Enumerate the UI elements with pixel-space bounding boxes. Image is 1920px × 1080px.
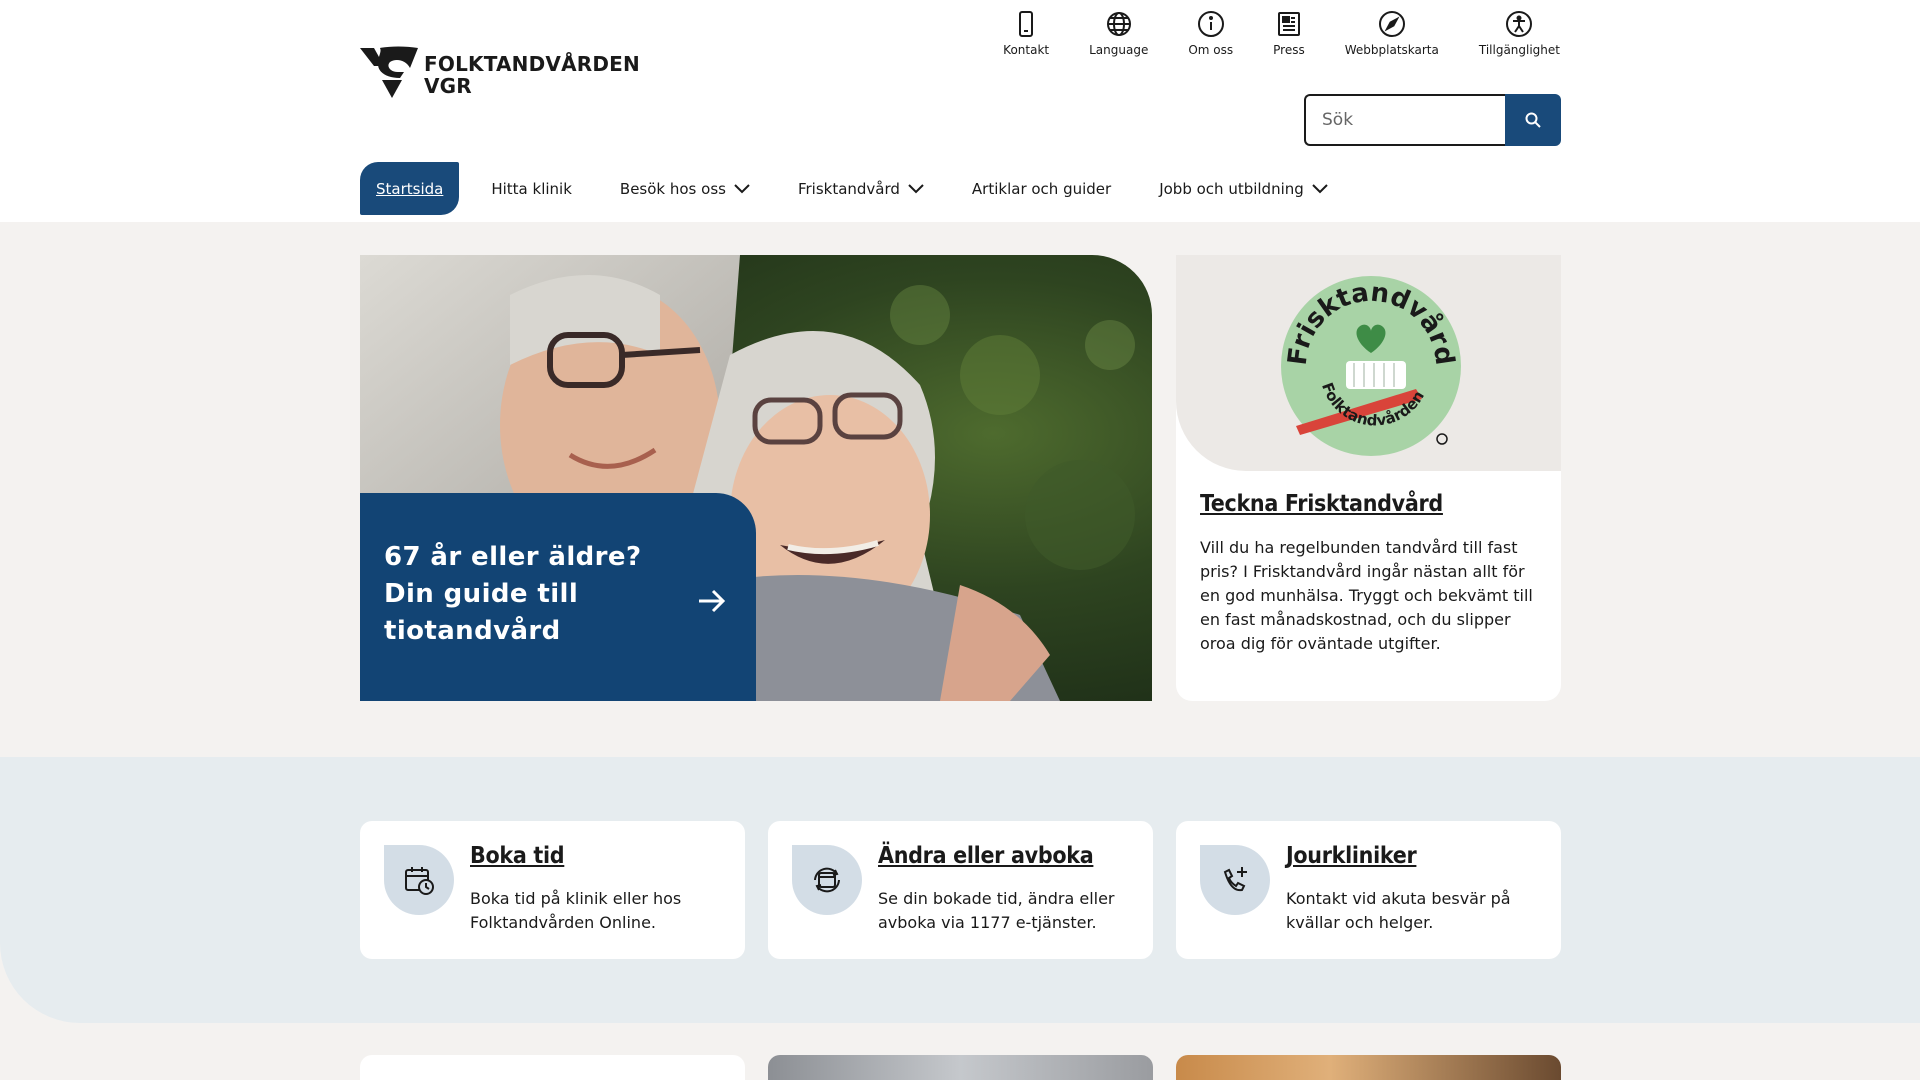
utility-press-label: Press	[1273, 43, 1305, 57]
nav-jobb-och-utbildning[interactable]: Jobb och utbildning	[1143, 162, 1344, 215]
nav-jobb-label: Jobb och utbildning	[1159, 179, 1304, 198]
shortcut-boka-tid[interactable]: Boka tid Boka tid på klinik eller hos Fo…	[360, 821, 745, 959]
utility-accessibility[interactable]: Tillgänglighet	[1459, 10, 1580, 57]
compass-icon	[1378, 11, 1405, 37]
frisktandvard-text: Vill du ha regelbunden tandvård till fas…	[1200, 538, 1533, 653]
nav-besok-hos-oss[interactable]: Besök hos oss	[604, 162, 766, 215]
phone-plus-icon	[1223, 867, 1247, 892]
shortcut-icon-wrap	[1200, 845, 1270, 915]
nav-hitta-klinik[interactable]: Hitta klinik	[475, 162, 588, 215]
globe-icon	[1106, 12, 1131, 36]
chevron-down-icon	[734, 183, 750, 193]
shortcut-text: Se din bokade tid, ändra eller avboka vi…	[878, 889, 1115, 932]
shortcut-title: Jourkliniker	[1286, 843, 1417, 869]
logo-line-2: VGR	[424, 74, 472, 98]
utility-sitemap-label: Webbplatskarta	[1344, 43, 1439, 57]
search-button[interactable]	[1505, 94, 1561, 146]
search-icon	[1525, 112, 1541, 128]
logo-text: FOLKTANDVÅRDEN VGR	[424, 53, 640, 97]
nav-artiklar-label: Artiklar och guider	[971, 179, 1112, 198]
utility-language-label: Language	[1089, 43, 1149, 57]
site-header: FOLKTANDVÅRDEN VGR Kontakt Language Om o…	[0, 0, 1920, 222]
calendar-refresh-icon	[814, 867, 840, 893]
chevron-down-icon	[908, 183, 924, 193]
nav-frisktandvard[interactable]: Frisktandvård	[782, 162, 940, 215]
utility-language[interactable]: Language	[1069, 10, 1168, 57]
shortcut-title: Boka tid	[470, 843, 565, 869]
utility-sitemap[interactable]: Webbplatskarta	[1325, 10, 1459, 57]
shortcut-icon-wrap	[384, 845, 454, 915]
hero-link-box[interactable]: 67 år eller äldre? Din guide till tiotan…	[360, 493, 756, 701]
info-icon	[1197, 11, 1224, 37]
chevron-down-icon	[1312, 183, 1328, 193]
frisktandvard-card[interactable]: Frisktandvård Folktandvården Teckna Fris…	[1176, 255, 1561, 701]
accessibility-icon	[1506, 11, 1533, 37]
logo-mark-icon	[360, 46, 418, 98]
hero-banner: 67 år eller äldre? Din guide till tiotan…	[360, 255, 1152, 701]
nav-hitta-klinik-label: Hitta klinik	[491, 179, 572, 198]
main-nav: Startsida Hitta klinik Besök hos oss Fri…	[360, 162, 1360, 215]
shortcut-text: Kontakt vid akuta besvär på kvällar och …	[1286, 889, 1511, 932]
newspaper-icon	[1277, 12, 1300, 36]
hero-title: 67 år eller äldre? Din guide till tiotan…	[384, 542, 642, 646]
bottom-card-image	[1176, 1055, 1561, 1080]
shortcut-andra-avboka[interactable]: Ändra eller avboka Se din bokade tid, än…	[768, 821, 1153, 959]
shortcut-jourkliniker[interactable]: Jourkliniker Kontakt vid akuta besvär på…	[1176, 821, 1561, 959]
utility-accessibility-label: Tillgänglighet	[1478, 43, 1560, 57]
phone-icon	[1019, 11, 1034, 37]
utility-about-label: Om oss	[1188, 43, 1234, 57]
nav-startsida[interactable]: Startsida	[360, 162, 460, 215]
utility-contact-label: Kontakt	[1003, 43, 1050, 57]
nav-frisktandvard-label: Frisktandvård	[797, 179, 900, 198]
site-logo[interactable]: FOLKTANDVÅRDEN VGR	[360, 46, 640, 98]
utility-press[interactable]: Press	[1253, 10, 1325, 57]
shortcut-icon-wrap	[792, 845, 862, 915]
bottom-card-image	[768, 1055, 1153, 1080]
utility-about[interactable]: Om oss	[1168, 10, 1253, 57]
calendar-clock-icon	[405, 867, 434, 895]
nav-artiklar-och-guider[interactable]: Artiklar och guider	[956, 162, 1127, 215]
shortcut-title: Ändra eller avboka	[878, 843, 1094, 869]
logo-line-1: FOLKTANDVÅRDEN	[424, 52, 640, 76]
frisktandvard-card-image: Frisktandvård Folktandvården	[1176, 255, 1561, 471]
frisktandvard-title[interactable]: Teckna Frisktandvård	[1200, 491, 1443, 517]
shortcut-text: Boka tid på klinik eller hos Folktandvår…	[470, 889, 682, 932]
utility-contact[interactable]: Kontakt	[983, 10, 1069, 57]
arrow-right-icon	[699, 589, 726, 613]
search-form	[1304, 94, 1561, 146]
nav-besok-hos-oss-label: Besök hos oss	[619, 179, 726, 198]
utility-nav: Kontakt Language Om oss Press Webbplatsk…	[983, 10, 1580, 57]
search-input[interactable]	[1304, 94, 1505, 146]
bottom-card	[360, 1055, 745, 1080]
frisktandvard-badge: Frisktandvård Folktandvården	[1281, 276, 1461, 456]
nav-startsida-label: Startsida	[376, 179, 444, 198]
